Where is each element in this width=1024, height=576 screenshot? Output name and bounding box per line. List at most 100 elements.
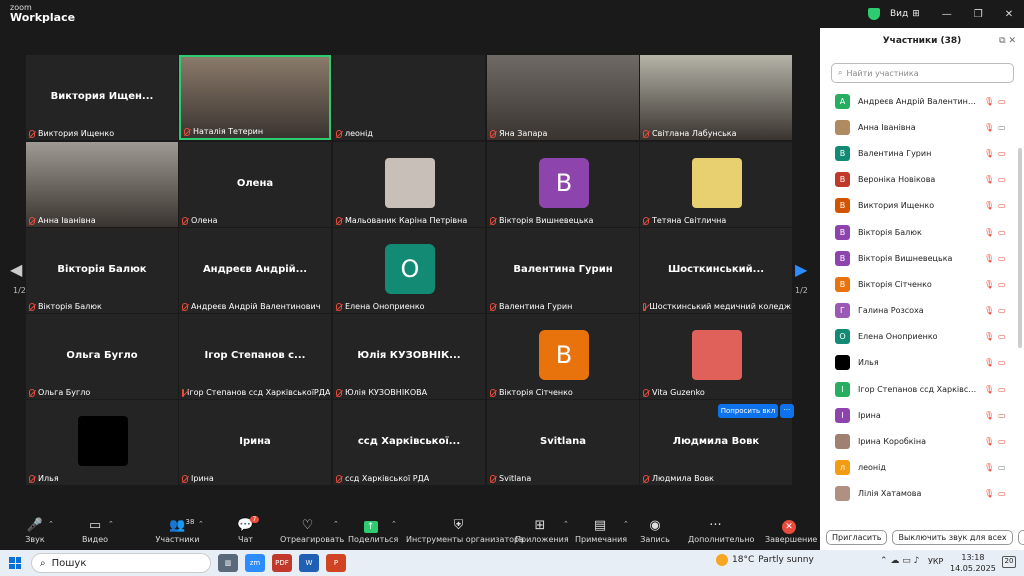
toolbar-отреагировать-button[interactable]: ♡ Отреагировать ⌃	[280, 514, 344, 544]
toolbar-звук-button[interactable]: 🎤 Звук ⌃	[20, 514, 54, 544]
camera-icon[interactable]: ▭	[998, 489, 1006, 498]
participant-tile[interactable]: Ірина Ірина	[179, 400, 331, 485]
camera-icon[interactable]: ▭	[998, 201, 1006, 210]
participant-search-input[interactable]: ⌕ Найти участника	[831, 63, 1014, 83]
participant-row[interactable]: В Валентина Гурин 🎙 ▭	[820, 140, 1016, 166]
muted-mic-icon[interactable]: 🎙	[984, 175, 994, 184]
taskbar-search[interactable]: ⌕ Пошук	[31, 553, 211, 573]
participant-row[interactable]: Анна Іванівна 🎙 ▭	[820, 114, 1016, 140]
camera-icon[interactable]: ▭	[998, 332, 1006, 341]
windows-start-icon[interactable]	[9, 557, 21, 569]
taskbar-app-icon[interactable]: zm	[245, 554, 265, 572]
muted-mic-icon[interactable]: 🎙	[984, 97, 994, 106]
caret-up-icon[interactable]: ⌃	[48, 520, 54, 528]
muted-mic-icon[interactable]: 🎙	[984, 254, 994, 263]
weather-widget[interactable]: 18°C Partly sunny	[716, 554, 814, 566]
camera-icon[interactable]: ▭	[998, 175, 1006, 184]
toolbar-завершение-button[interactable]: ✕ Завершение	[765, 514, 817, 544]
participant-row[interactable]: В Вікторія Вишневецька 🎙 ▭	[820, 245, 1016, 271]
participant-row[interactable]: В Вероніка Новікова 🎙 ▭	[820, 167, 1016, 193]
security-shield-icon[interactable]	[868, 8, 880, 20]
muted-mic-icon[interactable]: 🎙	[984, 149, 994, 158]
popout-icon[interactable]: ⧉	[999, 36, 1005, 46]
muted-mic-icon[interactable]: 🎙	[984, 463, 994, 472]
participant-tile[interactable]: Илья	[26, 400, 178, 485]
ask-to-unmute-button[interactable]: Попросить вкл	[718, 404, 778, 418]
participant-row[interactable]: В Виктория Ищенко 🎙 ▭	[820, 193, 1016, 219]
participant-tile[interactable]: ссд Харківської... ссд Харківської РДА	[333, 400, 485, 485]
close-panel-icon[interactable]: ✕	[1008, 36, 1016, 46]
muted-mic-icon[interactable]: 🎙	[984, 437, 994, 446]
tile-more-button[interactable]: ···	[780, 404, 794, 418]
caret-up-icon[interactable]: ⌃	[563, 520, 569, 528]
toolbar-примечания-button[interactable]: ▤ Примечания ⌃	[575, 514, 629, 544]
participant-tile[interactable]: Андреєв Андрій... Андреєв Андрій Валентин…	[179, 228, 331, 313]
participant-row[interactable]: І Ігор Степанов ссд Харківської... 🎙 ▭	[820, 376, 1016, 402]
grid-view-icon[interactable]: ⊞	[912, 9, 920, 19]
participant-tile[interactable]: Svitlana Svitlana	[487, 400, 639, 485]
muted-mic-icon[interactable]: 🎙	[984, 201, 994, 210]
panel-scrollbar[interactable]	[1018, 148, 1022, 348]
taskbar-app-icon[interactable]: W	[299, 554, 319, 572]
participant-row[interactable]: В Вікторія Балюк 🎙 ▭	[820, 219, 1016, 245]
participant-row[interactable]: Лілія Хатамова 🎙 ▭	[820, 481, 1016, 507]
participant-row[interactable]: В Вікторія Сітченко 🎙 ▭	[820, 271, 1016, 297]
task-view-icon[interactable]: ▥	[218, 554, 238, 572]
toolbar-участники-button[interactable]: 👥 Участники ⌃ 38	[155, 514, 203, 544]
notification-icon[interactable]: 20	[1002, 556, 1016, 568]
participant-list[interactable]: А Андреєв Андрій Валентинович 🎙 ▭ Анна Івані…	[820, 88, 1016, 508]
toolbar-чат-button[interactable]: 💬 Чат 7	[233, 514, 260, 544]
participant-tile[interactable]: Ігор Степанов с... Ігор Степанов ссд Харк…	[179, 314, 331, 399]
participant-row[interactable]: Г Галина Розсоха 🎙 ▭	[820, 298, 1016, 324]
taskbar-app-icon[interactable]: P	[326, 554, 346, 572]
restore-button[interactable]: ❐	[974, 9, 983, 20]
participant-tile[interactable]: О Елена Оноприенко	[333, 228, 485, 313]
camera-icon[interactable]: ▭	[998, 411, 1006, 420]
mute-all-button[interactable]: Выключить звук для всех	[892, 529, 1013, 545]
camera-icon[interactable]: ▭	[998, 254, 1006, 263]
participant-tile[interactable]: Тетяна Світлична	[640, 142, 792, 227]
muted-mic-icon[interactable]: 🎙	[984, 385, 994, 394]
system-tray-icons[interactable]: ⌃ ☁ ▭ ♪	[880, 556, 919, 566]
participant-tile[interactable]: Олена Олена	[179, 142, 331, 227]
participant-row[interactable]: І Ірина 🎙 ▭	[820, 402, 1016, 428]
participant-tile[interactable]: леонід	[333, 55, 485, 140]
muted-mic-icon[interactable]: 🎙	[984, 489, 994, 498]
toolbar-поделиться-button[interactable]: ↑ Поделиться ⌃	[348, 514, 398, 544]
participant-tile[interactable]: Шосткинський... Шосткинський медичний кол…	[640, 228, 792, 313]
participant-tile[interactable]: В Вікторія Вишневецька	[487, 142, 639, 227]
camera-icon[interactable]: ▭	[998, 358, 1006, 367]
muted-mic-icon[interactable]: 🎙	[984, 280, 994, 289]
participant-tile[interactable]: Виктория Ищен... Виктория Ищенко	[26, 55, 178, 140]
camera-icon[interactable]: ▭	[998, 228, 1006, 237]
muted-mic-icon[interactable]: 🎙	[984, 411, 994, 420]
invite-button[interactable]: Пригласить	[826, 529, 888, 545]
camera-icon[interactable]: ▭	[998, 437, 1006, 446]
caret-up-icon[interactable]: ⌃	[333, 520, 339, 528]
participant-tile[interactable]: Наталія Тетерин	[179, 55, 331, 140]
muted-mic-icon[interactable]: 🎙	[984, 358, 994, 367]
camera-icon[interactable]: ▭	[998, 280, 1006, 289]
participant-tile[interactable]: Вікторія Балюк Вікторія Балюк	[26, 228, 178, 313]
toolbar-видео-button[interactable]: ▭ Видео ⌃	[80, 514, 114, 544]
participant-tile[interactable]: Ольга Бугло Ольга Бугло	[26, 314, 178, 399]
camera-icon[interactable]: ▭	[998, 385, 1006, 394]
participant-tile[interactable]: Мальованик Каріна Петрівна	[333, 142, 485, 227]
muted-mic-icon[interactable]: 🎙	[984, 123, 994, 132]
camera-icon[interactable]: ▭	[998, 306, 1006, 315]
caret-up-icon[interactable]: ⌃	[198, 520, 204, 528]
participant-row[interactable]: О Елена Оноприенко 🎙 ▭	[820, 324, 1016, 350]
participant-row[interactable]: л леонід 🎙 ▭	[820, 455, 1016, 481]
taskbar-clock[interactable]: 13:18 14.05.2025	[950, 552, 996, 574]
participant-tile[interactable]: Яна Запара	[487, 55, 639, 140]
participant-row[interactable]: А Андреєв Андрій Валентинович 🎙 ▭	[820, 88, 1016, 114]
minimize-button[interactable]: —	[942, 9, 952, 20]
toolbar-приложения-button[interactable]: ⊞ Приложения ⌃	[515, 514, 569, 544]
prev-page-arrow-icon[interactable]: ◀	[10, 260, 22, 279]
muted-mic-icon[interactable]: 🎙	[984, 228, 994, 237]
close-window-button[interactable]: ✕	[1005, 9, 1013, 20]
participant-tile[interactable]: Юлія КУЗОВНІК... Юлія КУЗОВНІКОВА	[333, 314, 485, 399]
participant-tile[interactable]: В Вікторія Сітченко	[487, 314, 639, 399]
caret-up-icon[interactable]: ⌃	[391, 520, 397, 528]
panel-more-button[interactable]: ···	[1017, 529, 1024, 545]
